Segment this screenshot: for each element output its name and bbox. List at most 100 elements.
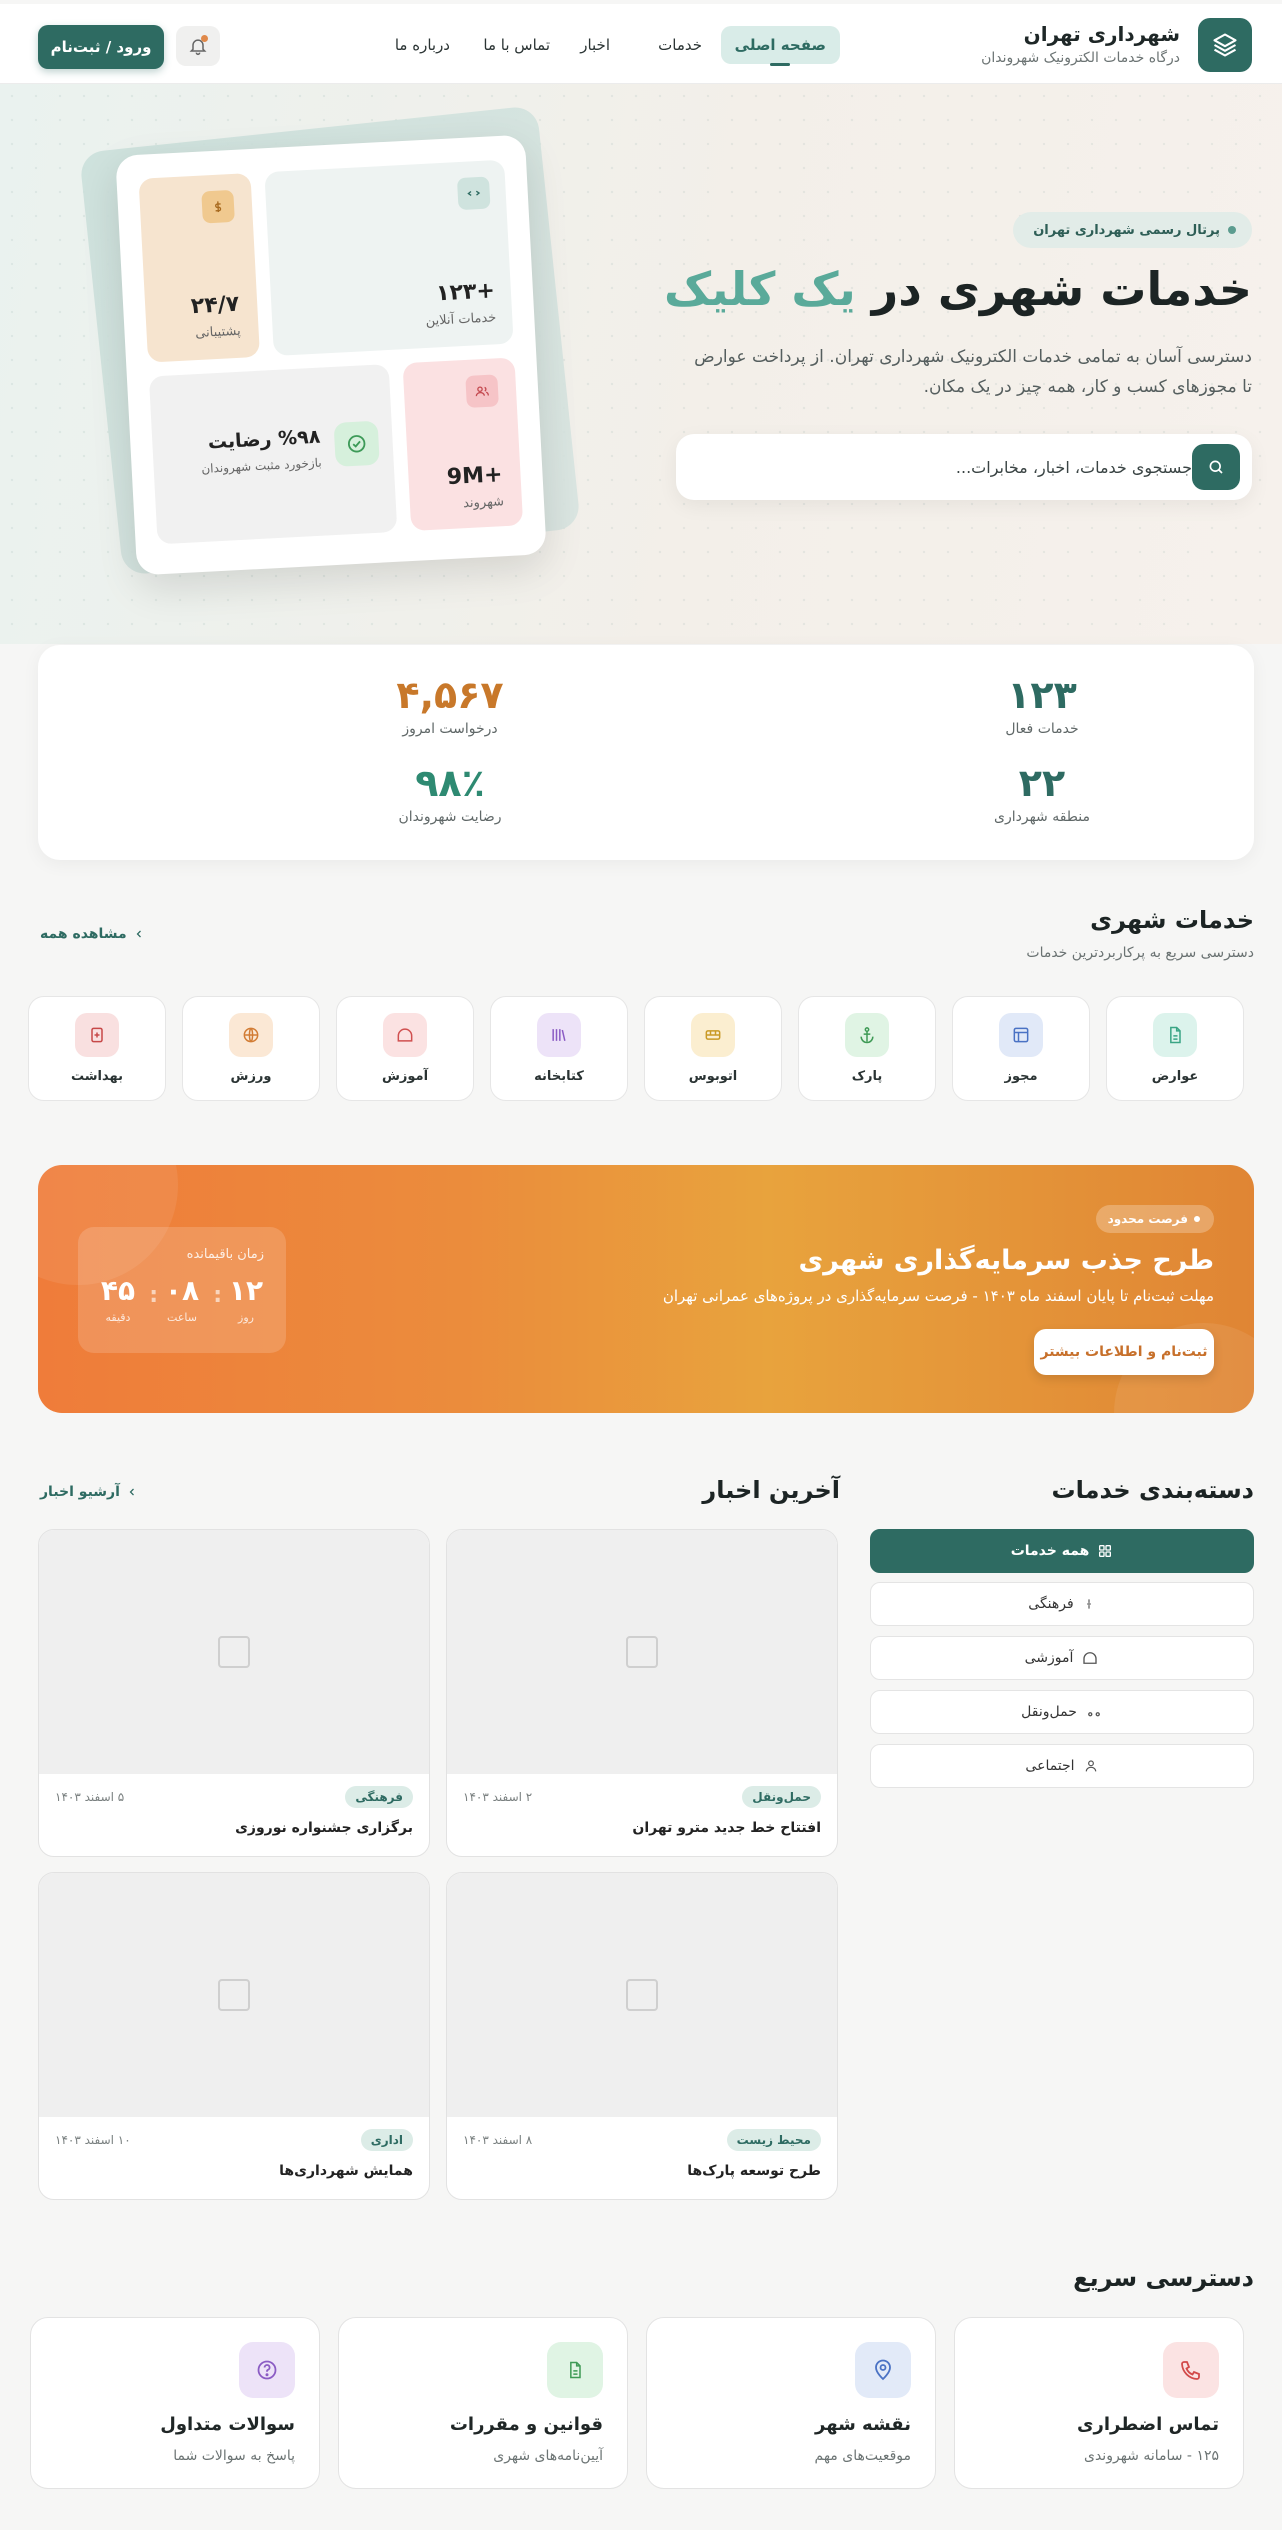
quick-access-card[interactable]: نقشه شهر موقعیت‌های مهم [646,2317,936,2489]
quick-access-card[interactable]: قوانین و مقررات آیین‌نامه‌های شهری [338,2317,628,2489]
search-input[interactable] [712,434,1192,500]
news-card[interactable]: فرهنگی ۵ اسفند ۱۴۰۳ برگزاری جشنواره نورو… [38,1529,430,1857]
online-services-tile: +۱۲۳ خدمات آنلاین [264,159,514,356]
quick-access-subtitle: پاسخ به سوالات شما [173,2448,295,2464]
image-placeholder-icon [626,1636,658,1668]
category-cultural[interactable]: فرهنگی [870,1582,1254,1626]
search-icon [1207,458,1225,476]
news-archive-link[interactable]: آرشیو اخبار [40,1484,138,1500]
nav-home[interactable]: صفحه اصلی [720,26,840,66]
check-circle-icon [333,420,380,467]
banner-description: مهلت ثبت‌نام تا پایان اسفند ماه ۱۴۰۳ - ف… [662,1287,1214,1305]
hero-description: دسترسی آسان به تمامی خدمات الکترونیک شهر… [694,347,1252,397]
grid-icon [1097,1543,1113,1559]
quick-access-card[interactable]: تماس اضطراری ۱۲۵ - سامانه شهروندی [954,2317,1244,2489]
news-date: ۲ اسفند ۱۴۰۳ [463,1790,533,1804]
education-icon [383,1013,427,1057]
news-date: ۱۰ اسفند ۱۴۰۳ [55,2133,131,2147]
site-header: شهرداری تهران درگاه خدمات الکترونیک شهرو… [0,4,1282,84]
support-label: پشتیبانی [194,323,242,342]
nav-news[interactable]: اخبار [566,26,624,64]
service-tile[interactable]: اتوبوس [644,996,782,1101]
code-icon [456,176,491,211]
logo[interactable] [1198,18,1252,72]
news-title: همایش شهرداری‌ها [279,2163,413,2179]
news-title: طرح توسعه پارک‌ها [687,2163,821,2179]
category-all[interactable]: همه خدمات [870,1529,1254,1573]
stat-value: ۱۲۳ [1007,673,1077,717]
search-button[interactable] [1192,444,1240,490]
chevron-left-icon [126,1486,138,1498]
stat-requests-today: ۴,۵۶۷ درخواست امروز [300,671,600,737]
news-card[interactable]: حمل‌ونقل ۲ اسفند ۱۴۰۳ افتتاح خط جدید متر… [446,1529,838,1857]
anchor-icon [845,1013,889,1057]
question-icon [239,2342,295,2398]
timer-hours: ۰۸ ساعت [162,1275,202,1325]
quick-access-subtitle: موقعیت‌های مهم [814,2448,911,2464]
service-tile[interactable]: پارک [798,996,936,1101]
stat-value: ۴,۵۶۷ [396,673,504,717]
stat-value: ۲۲ [1018,761,1066,805]
layers-icon [1211,31,1239,59]
service-label: کتابخانه [534,1069,584,1084]
service-tile[interactable]: بهداشت [28,996,166,1101]
banner-badge-label: فرصت محدود [1107,1212,1188,1226]
news-image [447,1530,837,1774]
news-card[interactable]: اداری ۱۰ اسفند ۱۴۰۳ همایش شهرداری‌ها [38,1872,430,2200]
news-card[interactable]: محیط زیست ۸ اسفند ۱۴۰۳ طرح توسعه پارک‌ها [446,1872,838,2200]
stat-label: درخواست امروز [402,721,498,737]
service-tile[interactable]: کتابخانه [490,996,628,1101]
banner-register-button[interactable]: ثبت‌نام و اطلاعات بیشتر [1034,1329,1214,1375]
countdown-timer: زمان باقیمانده ۱۲ روز : ۰۸ ساعت : ۴۵ دقی… [78,1227,286,1353]
news-date: ۵ اسفند ۱۴۰۳ [55,1790,125,1804]
service-tile[interactable]: مجوز [952,996,1090,1101]
view-all-link[interactable]: مشاهده همه [40,926,145,942]
notification-button[interactable] [176,26,220,66]
view-all-label: مشاهده همه [40,926,127,942]
news-title: آخرین اخبار [702,1476,840,1504]
image-placeholder-icon [218,1979,250,2011]
category-label: همه خدمات [1010,1543,1090,1559]
hero-title: خدمات شهری در یک کلیک [664,262,1252,316]
category-educational[interactable]: آموزشی [870,1636,1254,1680]
stats-panel: ۱۲۳ خدمات فعال ۴,۵۶۷ درخواست امروز ۲۲ من… [38,645,1254,860]
service-tile[interactable]: عوارض [1106,996,1244,1101]
service-tile[interactable]: آموزش [336,996,474,1101]
timer-minutes-value: ۴۵ [100,1274,136,1307]
nav-contact[interactable]: تماس با ما [469,26,564,64]
support-tile: ۲۴/۷ پشتیبانی [138,172,260,363]
brand-title: شهرداری تهران [1023,22,1180,46]
quick-access-subtitle: ۱۲۵ - سامانه شهروندی [1084,2448,1219,2464]
category-transport[interactable]: حمل‌ونقل [870,1690,1254,1734]
quick-access-title: نقشه شهر [815,2414,911,2435]
nav-about[interactable]: درباره ما [381,26,464,64]
quick-access-title: تماس اضطراری [1076,2414,1219,2435]
category-social[interactable]: اجتماعی [870,1744,1254,1788]
stat-satisfaction: ۹۸٪ رضایت شهروندان [300,759,600,825]
service-label: مجوز [1004,1069,1038,1084]
support-value: ۲۴/۷ [190,291,240,320]
news-image [39,1873,429,2117]
nav-services[interactable]: خدمات [644,26,716,64]
services-subtitle: دسترسی سریع به پرکاربردترین خدمات [1026,945,1254,961]
service-tile[interactable]: ورزش [182,996,320,1101]
user-icon [1083,1758,1099,1774]
badge-dot [1194,1216,1200,1222]
hero-badge-label: پرتال رسمی شهرداری تهران [1033,222,1220,238]
citizens-label: شهروند [462,494,505,512]
quick-access-card[interactable]: سوالات متداول پاسخ به سوالات شما [30,2317,320,2489]
news-archive-label: آرشیو اخبار [40,1484,120,1500]
timer-hours-unit: ساعت [167,1311,197,1324]
users-icon [465,374,499,408]
services-title: خدمات شهری [1090,906,1254,934]
news-tag: محیط زیست [726,2129,821,2151]
news-image [447,1873,837,2117]
category-label: اجتماعی [1025,1758,1075,1774]
news-date: ۸ اسفند ۱۴۰۳ [463,2133,533,2147]
health-icon [75,1013,119,1057]
login-button[interactable]: ورود / ثبت‌نام [38,25,164,69]
timer-minutes-unit: دقیقه [105,1311,131,1324]
categories-title: دسته‌بندی خدمات [1051,1476,1254,1504]
image-placeholder-icon [626,1979,658,2011]
service-label: ورزش [230,1069,272,1084]
